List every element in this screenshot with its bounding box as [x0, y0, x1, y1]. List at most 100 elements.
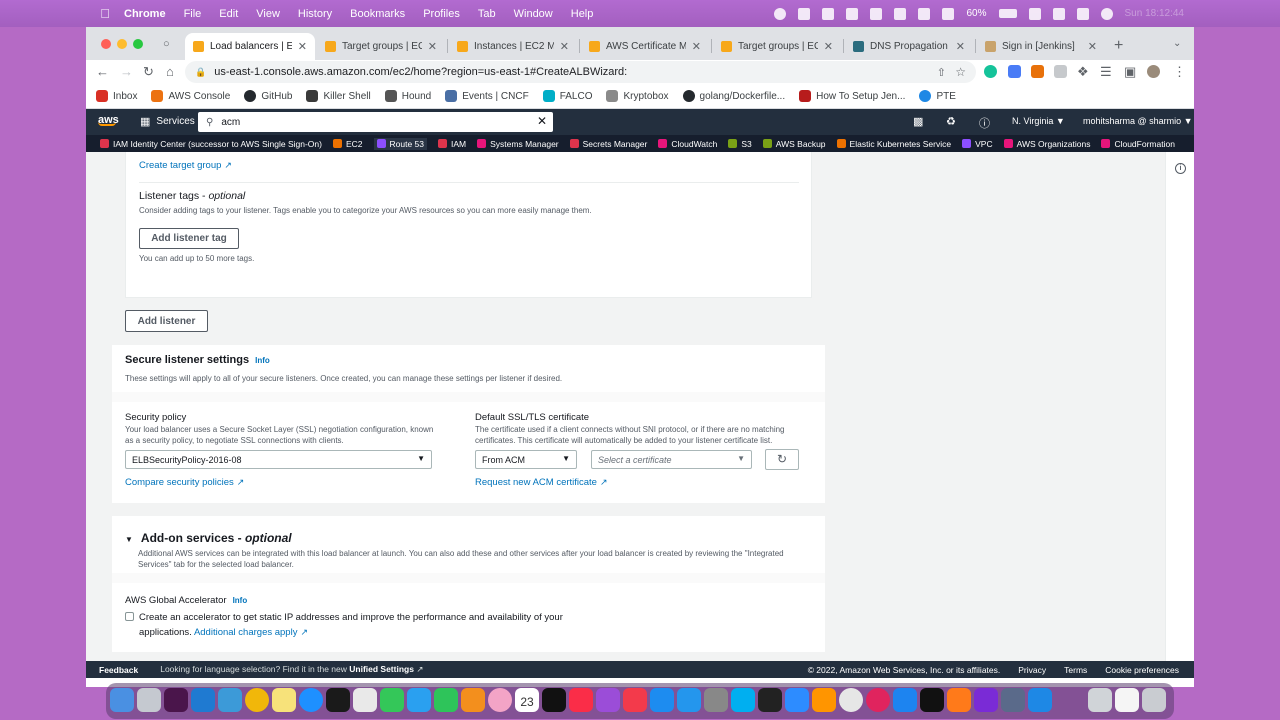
- back-icon[interactable]: ←: [96, 64, 109, 79]
- menu-edit[interactable]: Edit: [219, 8, 238, 20]
- screen-icon[interactable]: [870, 7, 883, 20]
- search-input[interactable]: [221, 116, 522, 128]
- region-selector[interactable]: N. Virginia ▼: [1012, 116, 1065, 126]
- fav-eks[interactable]: Elastic Kubernetes Service: [836, 139, 951, 149]
- share-icon[interactable]: ⇧: [937, 66, 946, 79]
- menu-history[interactable]: History: [298, 8, 332, 20]
- bookmark-star-icon[interactable]: ☆: [955, 65, 966, 79]
- tab-target-groups[interactable]: Target groups | EC2 ✕: [317, 33, 445, 60]
- close-tab-icon[interactable]: ✕: [956, 40, 965, 53]
- minimize-window-button[interactable]: [117, 39, 127, 49]
- ga-checkbox-label[interactable]: Create an accelerator to get static IP a…: [139, 611, 579, 640]
- info-panel-icon[interactable]: i: [1175, 163, 1186, 174]
- meet-extension-icon[interactable]: [1008, 65, 1021, 78]
- close-tab-icon[interactable]: ✕: [428, 40, 437, 53]
- menu-file[interactable]: File: [184, 8, 202, 20]
- grammarly-extension-icon[interactable]: [984, 65, 997, 78]
- cloud-icon[interactable]: [822, 7, 835, 20]
- intellij-icon[interactable]: [920, 688, 944, 712]
- sourcetree-icon[interactable]: [893, 688, 917, 712]
- add-listener-tag-button[interactable]: Add listener tag: [139, 228, 239, 249]
- terminal-alt-icon[interactable]: [947, 688, 971, 712]
- siri-icon[interactable]: [1100, 7, 1113, 20]
- apple-tv-icon[interactable]: [542, 688, 566, 712]
- ga-checkbox[interactable]: [125, 612, 134, 621]
- aws-search-box[interactable]: ⚲ ✕: [198, 112, 553, 132]
- secure-info-link[interactable]: Info: [255, 356, 270, 365]
- fav-ec2[interactable]: EC2: [332, 139, 363, 149]
- clear-search-icon[interactable]: ✕: [537, 114, 547, 128]
- bluetooth-icon[interactable]: [918, 7, 931, 20]
- reload-icon[interactable]: ↻: [143, 64, 154, 80]
- multipass-icon[interactable]: [974, 688, 998, 712]
- bookmark-pte[interactable]: PTE: [919, 90, 956, 102]
- messages-icon[interactable]: [380, 688, 404, 712]
- ga-info-link[interactable]: Info: [233, 596, 248, 605]
- menu-window[interactable]: Window: [514, 8, 553, 20]
- notifications-bell-icon[interactable]: ♻: [946, 115, 956, 128]
- menu-bookmarks[interactable]: Bookmarks: [350, 8, 405, 20]
- tab-target-groups-2[interactable]: Target groups | EC2 ✕: [713, 33, 841, 60]
- docker-icon[interactable]: [677, 688, 701, 712]
- menu-help[interactable]: Help: [571, 8, 594, 20]
- zoom-window-button[interactable]: [133, 39, 143, 49]
- cert-source-select[interactable]: From ACM ▼: [475, 450, 577, 469]
- close-tab-icon[interactable]: ✕: [1088, 40, 1097, 53]
- battery-percent[interactable]: 60%: [966, 8, 986, 19]
- additional-charges-link[interactable]: Additional charges apply ↗: [194, 627, 308, 638]
- xcode-icon[interactable]: [1028, 688, 1052, 712]
- cookie-preferences-link[interactable]: Cookie preferences: [1105, 665, 1179, 675]
- fav-s3[interactable]: S3: [728, 139, 752, 149]
- certificate-select[interactable]: Select a certificate ▼: [591, 450, 752, 469]
- fav-vpc[interactable]: VPC: [962, 139, 993, 149]
- vpn-app-icon[interactable]: [866, 688, 890, 712]
- extension-badge-icon[interactable]: [1031, 65, 1044, 78]
- tab-list-chevron-icon[interactable]: ⌄: [1173, 38, 1181, 49]
- tab-instances[interactable]: Instances | EC2 Man ✕: [449, 33, 577, 60]
- help-icon[interactable]: ⓘ: [979, 115, 990, 131]
- bookmark-inbox[interactable]: Inbox: [96, 90, 137, 102]
- add-listener-button[interactable]: Add listener: [125, 310, 208, 332]
- battery-icon[interactable]: [998, 9, 1017, 18]
- pycharm-icon[interactable]: [758, 688, 782, 712]
- addon-toggle[interactable]: ▼ Add-on services - optional: [125, 531, 292, 545]
- wifi-icon[interactable]: [1028, 7, 1041, 20]
- menu-app-name[interactable]: Chrome: [124, 8, 166, 20]
- side-panel-icon[interactable]: ▣: [1124, 64, 1136, 80]
- create-target-group-link[interactable]: Create target group ↗: [139, 160, 232, 171]
- extensions-puzzle-icon[interactable]: ❖: [1077, 64, 1089, 80]
- app-store-icon[interactable]: [650, 688, 674, 712]
- profile-avatar[interactable]: [1147, 65, 1160, 78]
- bookmark-falco[interactable]: FALCO: [542, 90, 592, 102]
- request-acm-certificate-link[interactable]: Request new ACM certificate ↗: [475, 477, 608, 488]
- tab-search-icon[interactable]: ○: [163, 38, 170, 50]
- forward-icon[interactable]: →: [120, 64, 133, 79]
- bookmark-github[interactable]: GitHub: [244, 90, 292, 102]
- account-menu[interactable]: mohitsharma @ sharmio ▼: [1083, 116, 1193, 126]
- terms-link[interactable]: Terms: [1064, 665, 1087, 675]
- new-tab-icon[interactable]: +: [1114, 37, 1123, 55]
- tab-dns-propagation[interactable]: DNS Propagation Ch ✕: [845, 33, 973, 60]
- system-settings-icon[interactable]: [704, 688, 728, 712]
- downloads-folder-icon[interactable]: [1088, 688, 1112, 712]
- safari-icon[interactable]: [299, 688, 323, 712]
- chrome-canary-icon[interactable]: [839, 688, 863, 712]
- mail-icon[interactable]: [407, 688, 431, 712]
- cloudshell-icon[interactable]: ▩: [913, 115, 923, 128]
- finder-icon[interactable]: [110, 688, 134, 712]
- facetime-icon[interactable]: [434, 688, 458, 712]
- terminal-icon[interactable]: [326, 688, 350, 712]
- security-policy-select[interactable]: ELBSecurityPolicy-2016-08 ▼: [125, 450, 432, 469]
- home-icon[interactable]: ⌂: [166, 64, 174, 79]
- tab-load-balancers[interactable]: Load balancers | EC2 ✕: [185, 33, 315, 60]
- tab-certificate-manager[interactable]: AWS Certificate Man ✕: [581, 33, 709, 60]
- close-tab-icon[interactable]: ✕: [298, 40, 307, 53]
- apple-icon[interactable]: : [98, 6, 112, 21]
- menu-clock[interactable]: Sun 18:12:44: [1125, 8, 1185, 19]
- bookmark-aws-console[interactable]: AWS Console: [151, 90, 230, 102]
- vpn-icon[interactable]: [894, 7, 907, 20]
- tab-jenkins[interactable]: Sign in [Jenkins] ✕: [977, 33, 1105, 60]
- bookmark-killer-shell[interactable]: Killer Shell: [306, 90, 371, 102]
- close-tab-icon[interactable]: ✕: [824, 40, 833, 53]
- more-menu-icon[interactable]: ⋮: [1173, 64, 1186, 80]
